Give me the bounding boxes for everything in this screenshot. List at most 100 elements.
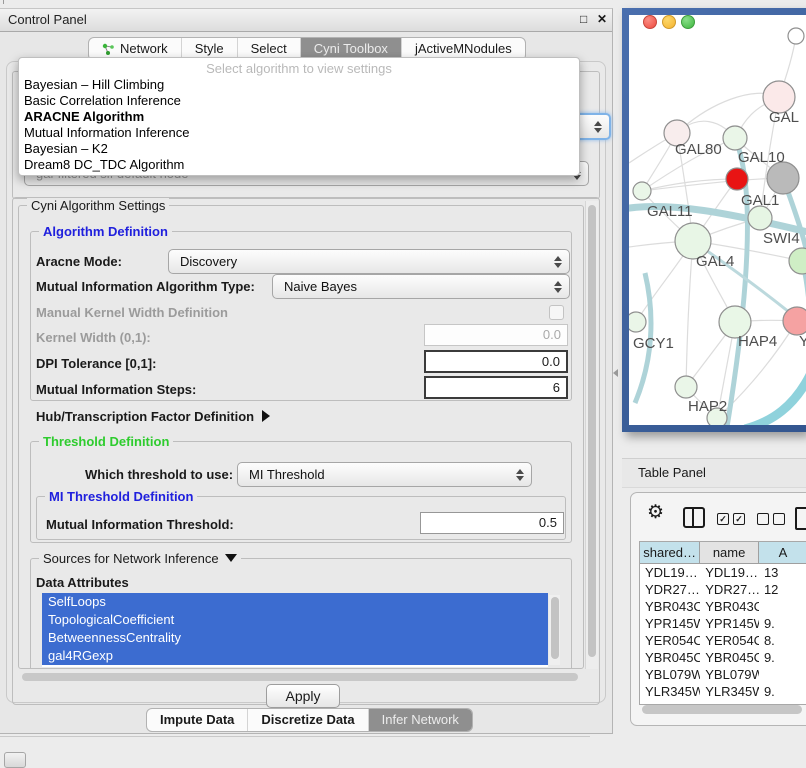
mi-threshold-group-title: MI Threshold Definition	[45, 489, 197, 504]
mac-zoom-icon[interactable]	[681, 15, 695, 29]
table-cell: YBR045C	[700, 649, 759, 666]
table-horizontal-scrollbar[interactable]	[639, 703, 806, 716]
network-node-hap2[interactable]	[675, 376, 697, 398]
table-row[interactable]: YLR345WYLR345W9.	[640, 683, 806, 700]
table-cell: YBR045C	[640, 649, 700, 666]
tab-impute-data[interactable]: Impute Data	[147, 709, 247, 731]
scrollbar-thumb[interactable]	[588, 205, 596, 657]
network-node-label: GAL1	[741, 192, 779, 209]
network-node-label: SWI4	[763, 230, 800, 247]
select-checked-icon[interactable]: ✓✓	[717, 510, 749, 525]
bottom-left-panel-button[interactable]	[4, 752, 26, 768]
table-row[interactable]: YBL079WYBL079W	[640, 666, 806, 683]
table-cell: 9.	[759, 649, 806, 666]
column-layout-icon[interactable]	[683, 507, 705, 528]
dpi-tolerance-field[interactable]: 0.0	[424, 350, 568, 373]
mi-steps-label: Mutual Information Steps:	[36, 382, 196, 397]
algorithm-option[interactable]: Bayesian – K2	[19, 141, 579, 157]
combo-stepper-icon	[516, 469, 524, 481]
algorithm-option[interactable]: Basic Correlation Inference	[19, 93, 579, 109]
table-row[interactable]: YBR043CYBR043C	[640, 598, 806, 615]
table-row[interactable]: YDR27…YDR27…12	[640, 581, 806, 598]
network-node-swi4[interactable]	[789, 248, 806, 274]
network-node-label: GCY1	[633, 335, 674, 352]
scrollbar-thumb[interactable]	[642, 705, 802, 714]
attribute-list-item[interactable]: TopologicalCoefficient	[42, 611, 548, 629]
table-panel-header[interactable]: Table Panel	[622, 458, 806, 488]
table-row[interactable]: YER054CYER054C8.	[640, 632, 806, 649]
network-node-gal1[interactable]	[748, 206, 772, 230]
network-node-label: Y	[799, 333, 806, 350]
network-node-label: GAL11	[647, 203, 693, 220]
manual-kernel-width-checkbox[interactable]	[549, 305, 564, 320]
network-graph[interactable]: GALGAL80GAL10GAL11GAL1GAL4SWI4GCY1HAP4YH…	[629, 15, 806, 425]
settings-vertical-scrollbar[interactable]	[585, 201, 598, 669]
tab-discretize-data[interactable]: Discretize Data	[247, 709, 367, 731]
aracne-mode-combo[interactable]: Discovery	[168, 249, 570, 274]
network-node[interactable]	[726, 168, 748, 190]
close-window-icon[interactable]: ✕	[597, 12, 607, 26]
attribute-list-item[interactable]: gal4RGexp	[42, 647, 548, 665]
gear-icon[interactable]: ⚙	[647, 501, 664, 524]
expanded-arrow-icon	[225, 554, 237, 562]
algorithm-option[interactable]: Bayesian – Hill Climbing	[19, 77, 579, 93]
network-node[interactable]	[767, 162, 799, 194]
mi-algorithm-type-value: Naive Bayes	[284, 279, 357, 294]
mi-algorithm-type-combo[interactable]: Naive Bayes	[272, 274, 570, 299]
table-cell: YDR27…	[700, 581, 759, 598]
select-unchecked-icon[interactable]	[757, 510, 789, 525]
table-column-header[interactable]: name	[700, 542, 759, 563]
table-row[interactable]: YDL19…YDL19…13	[640, 564, 806, 581]
network-node-gal10[interactable]	[723, 126, 747, 150]
top-edge-mark	[3, 0, 4, 4]
network-canvas[interactable]: GALGAL80GAL10GAL11GAL1GAL4SWI4GCY1HAP4YH…	[629, 15, 806, 425]
mi-threshold-field[interactable]: 0.5	[420, 512, 564, 534]
mi-steps-field[interactable]: 6	[424, 376, 568, 399]
export-page-icon[interactable]	[795, 507, 806, 530]
table-cell: 12	[759, 581, 806, 598]
network-node-y[interactable]	[783, 307, 806, 335]
algorithm-option[interactable]: Dream8 DC_TDC Algorithm	[19, 157, 579, 173]
table-column-header[interactable]: A	[759, 542, 806, 563]
network-edge[interactable]	[686, 241, 693, 387]
tab-infer-network[interactable]: Infer Network	[368, 709, 472, 731]
apply-button[interactable]: Apply	[266, 684, 340, 708]
network-node-label: HAP2	[688, 398, 727, 415]
combo-stepper-icon	[554, 281, 562, 293]
table-row[interactable]: YBR045CYBR045C9.	[640, 649, 806, 666]
network-node-gal11[interactable]	[633, 182, 651, 200]
network-view-window[interactable]: GALGAL80GAL10GAL11GAL1GAL4SWI4GCY1HAP4YH…	[622, 8, 806, 432]
algorithm-option[interactable]: ARACNE Algorithm	[19, 109, 579, 125]
splitter-collapse-arrow[interactable]	[613, 369, 618, 377]
table-column-header[interactable]: shared…	[640, 542, 700, 563]
table-row[interactable]: YPR145WYPR145W9.	[640, 615, 806, 632]
mi-threshold-label: Mutual Information Threshold:	[46, 517, 234, 532]
mac-minimize-icon[interactable]	[662, 15, 676, 29]
sources-group-title[interactable]: Sources for Network Inference	[39, 551, 241, 566]
attribute-list-scrollbar[interactable]	[549, 595, 560, 665]
attribute-list-item[interactable]: BetweennessCentrality	[42, 629, 548, 647]
node-table[interactable]: shared…nameA YDL19…YDL19…13YDR27…YDR27…1…	[639, 541, 806, 705]
scrollbar-thumb[interactable]	[22, 673, 578, 681]
network-node-gcy1[interactable]	[629, 312, 646, 332]
table-cell: YLR345W	[640, 683, 700, 700]
control-panel-title: Control Panel	[8, 12, 87, 27]
kernel-width-field[interactable]: 0.0	[424, 324, 568, 346]
attribute-list-item[interactable]: SelfLoops	[42, 593, 548, 611]
mac-close-icon[interactable]	[643, 15, 657, 29]
table-cell: YBL079W	[640, 666, 700, 683]
algorithm-dropdown-prompt: Select algorithm to view settings	[19, 60, 579, 77]
network-node[interactable]	[788, 28, 804, 44]
table-cell: 13	[759, 564, 806, 581]
cyni-mode-tabs: Impute Data Discretize Data Infer Networ…	[146, 708, 473, 732]
control-panel-titlebar[interactable]: Control Panel □ ✕	[0, 9, 612, 32]
scrollbar-thumb[interactable]	[551, 597, 559, 659]
data-attributes-list[interactable]: SelfLoopsTopologicalCoefficientBetweenne…	[42, 593, 548, 667]
manual-kernel-width-label: Manual Kernel Width Definition	[36, 305, 228, 320]
table-cell: YDR27…	[640, 581, 700, 598]
algorithm-option[interactable]: Mutual Information Inference	[19, 125, 579, 141]
which-threshold-combo[interactable]: MI Threshold	[237, 462, 532, 487]
float-window-icon[interactable]: □	[580, 12, 587, 26]
hub-definition-toggle[interactable]: Hub/Transcription Factor Definition	[36, 409, 270, 424]
settings-horizontal-scrollbar[interactable]	[18, 671, 584, 683]
